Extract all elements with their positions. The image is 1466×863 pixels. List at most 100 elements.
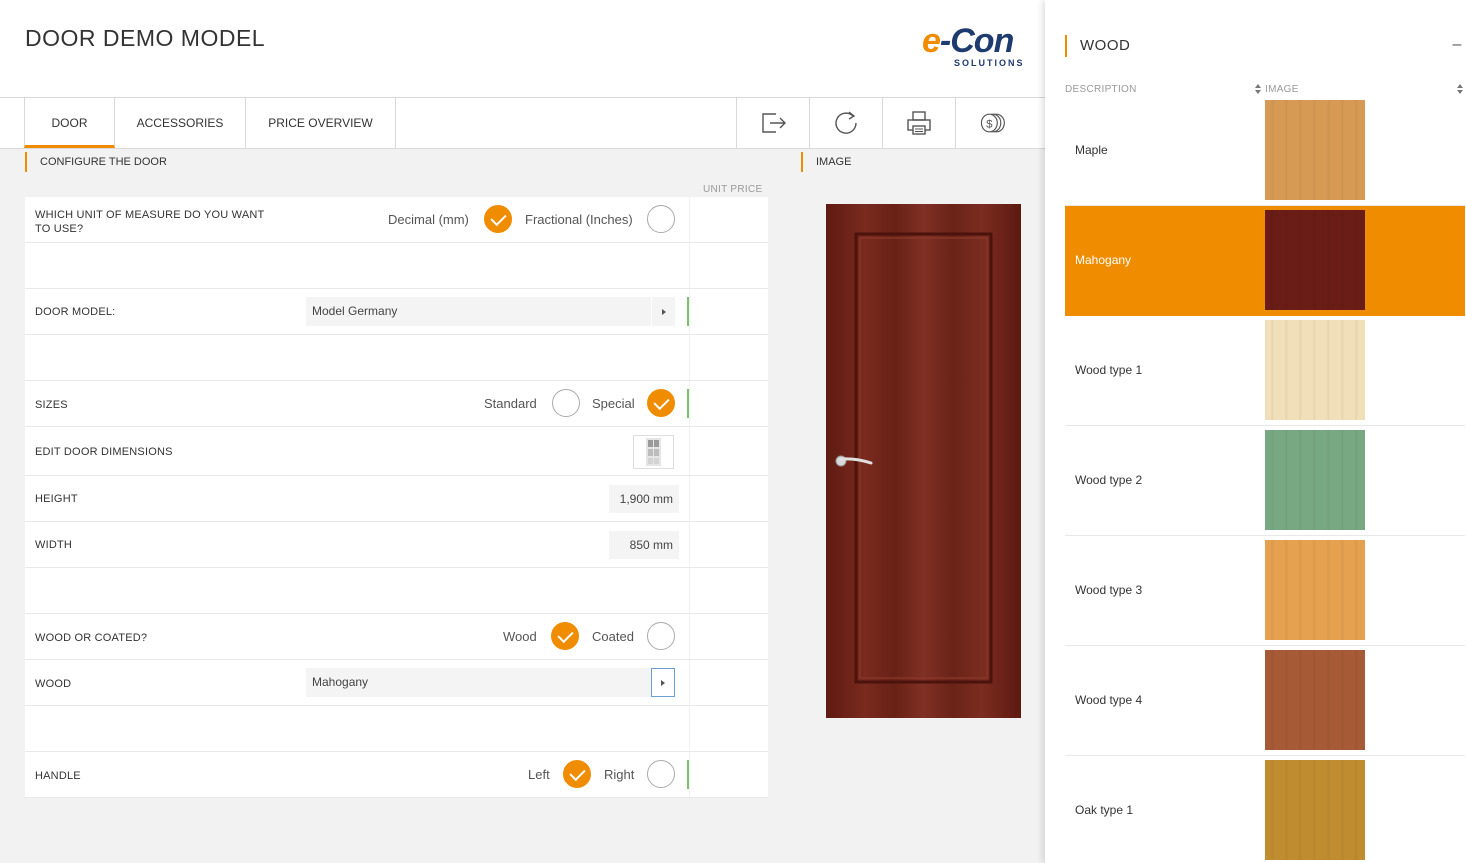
door-model-dropdown-button[interactable] (651, 297, 675, 326)
decimal-option-label: Decimal (mm) (388, 212, 469, 227)
wood-item-name: Wood type 1 (1075, 363, 1143, 377)
height-input[interactable]: 1,900 mm (609, 485, 679, 513)
fractional-radio[interactable] (647, 205, 675, 233)
wood-select[interactable]: Mahogany (306, 668, 675, 697)
coated-radio[interactable] (647, 622, 675, 650)
econ-logo: e-Con SOLUTIONS (922, 22, 1027, 72)
logo-sub: SOLUTIONS (954, 58, 1025, 68)
wood-swatch (1265, 100, 1365, 200)
row-height: HEIGHT 1,900 mm (25, 476, 768, 522)
spacer-row (25, 568, 768, 614)
door-model-label: DOOR MODEL: (35, 306, 116, 318)
wood-list-item[interactable]: Wood type 2 (1065, 426, 1465, 536)
sizes-label: SIZES (35, 399, 68, 411)
right-option-label: Right (604, 767, 635, 782)
print-icon (907, 111, 931, 135)
wood-swatch (1265, 760, 1365, 860)
wood-swatch (1265, 430, 1365, 530)
coins-icon: $ (980, 113, 1005, 133)
wood-swatch (1265, 320, 1365, 420)
collapse-panel-button[interactable]: – (1450, 37, 1464, 55)
sort-icon[interactable] (1254, 83, 1262, 95)
door-dimensions-icon (646, 438, 661, 466)
logo-main: e-Con (922, 22, 1014, 61)
door-model-ok-indicator (687, 297, 689, 326)
wood-item-name: Mahogany (1075, 253, 1132, 267)
tab-bar: DOOR ACCESSORIES PRICE OVERVIEW $ (0, 98, 1045, 149)
left-radio[interactable] (563, 760, 591, 788)
header: DOOR DEMO MODEL e-Con SOLUTIONS (0, 0, 1045, 98)
row-handle: HANDLE Left Right (25, 752, 768, 798)
spacer-row (25, 706, 768, 752)
wood-label: WOOD (35, 678, 72, 690)
logo-con: -Con (939, 22, 1014, 60)
configuration-form: WHICH UNIT OF MEASURE DO YOU WANT TO USE… (25, 197, 768, 798)
spacer-row (25, 335, 768, 381)
edit-dimensions-label: EDIT DOOR DIMENSIONS (35, 446, 173, 458)
row-edit-dimensions: EDIT DOOR DIMENSIONS (25, 427, 768, 476)
coated-option-label: Coated (592, 629, 634, 644)
width-label: WIDTH (35, 539, 73, 551)
height-label: HEIGHT (35, 493, 78, 505)
wood-option-label: Wood (503, 629, 537, 644)
wood-swatch (1265, 650, 1365, 750)
wood-or-coated-label: WOOD OR COATED? (35, 632, 148, 644)
wood-list-item[interactable]: Maple (1065, 96, 1465, 206)
sizes-ok-indicator (687, 389, 689, 418)
wood-item-name: Wood type 4 (1075, 693, 1143, 707)
print-button[interactable] (882, 98, 955, 148)
sort-icon[interactable] (1456, 83, 1464, 95)
wood-list-item[interactable]: Wood type 3 (1065, 536, 1465, 646)
left-option-label: Left (528, 767, 550, 782)
wood-dropdown-button[interactable] (651, 668, 675, 697)
tab-accessories[interactable]: ACCESSORIES (115, 98, 246, 148)
configure-section-title: CONFIGURE THE DOOR (25, 152, 167, 172)
svg-text:$: $ (986, 118, 993, 130)
row-wood: WOOD Mahogany (25, 660, 768, 706)
wood-list-item[interactable]: Wood type 1 (1065, 316, 1465, 426)
special-radio[interactable] (647, 389, 675, 417)
wood-item-name: Maple (1075, 143, 1108, 157)
price-button[interactable]: $ (955, 98, 1028, 148)
logo-e: e (922, 22, 941, 60)
right-radio[interactable] (647, 760, 675, 788)
handle-label: HANDLE (35, 770, 81, 782)
door-image (826, 204, 1021, 718)
refresh-button[interactable] (809, 98, 882, 148)
wood-list-item[interactable]: Oak type 1 (1065, 756, 1465, 863)
width-input[interactable]: 850 mm (609, 531, 679, 559)
wood-list-item[interactable]: Wood type 4 (1065, 646, 1465, 756)
wood-swatch (1265, 210, 1365, 310)
wood-item-name: Wood type 3 (1075, 583, 1143, 597)
row-sizes: SIZES Standard Special (25, 381, 768, 427)
description-column-header[interactable]: DESCRIPTION (1065, 84, 1137, 95)
door-model-select[interactable]: Model Germany (306, 297, 675, 326)
exit-button[interactable] (736, 98, 809, 148)
chevron-right-icon (661, 679, 665, 686)
wood-item-name: Wood type 2 (1075, 473, 1143, 487)
wood-radio[interactable] (551, 622, 579, 650)
chevron-right-icon (661, 308, 666, 315)
row-width: WIDTH 850 mm (25, 522, 768, 568)
image-section-title: IMAGE (801, 152, 851, 172)
refresh-icon (835, 111, 857, 134)
tab-door[interactable]: DOOR (24, 98, 115, 148)
wood-panel-title: WOOD (1065, 35, 1130, 57)
page-title: DOOR DEMO MODEL (25, 25, 266, 51)
edit-dimensions-button[interactable] (633, 435, 674, 469)
door-preview (826, 204, 1021, 718)
unit-of-measure-label: WHICH UNIT OF MEASURE DO YOU WANT TO USE… (35, 209, 265, 235)
standard-radio[interactable] (552, 389, 580, 417)
wood-selection-panel: WOOD – DESCRIPTION IMAGE Maple Mahogany Wo… (1045, 0, 1466, 863)
standard-option-label: Standard (484, 396, 537, 411)
wood-list-item[interactable]: Mahogany (1065, 206, 1465, 316)
image-column-header[interactable]: IMAGE (1265, 84, 1299, 95)
tab-price-overview[interactable]: PRICE OVERVIEW (246, 98, 396, 148)
handle-ok-indicator (687, 760, 689, 789)
unit-price-header: UNIT PRICE (703, 184, 763, 195)
exit-icon (762, 113, 786, 133)
special-option-label: Special (592, 396, 635, 411)
wood-swatch (1265, 540, 1365, 640)
decimal-radio[interactable] (484, 205, 512, 233)
row-unit-of-measure: WHICH UNIT OF MEASURE DO YOU WANT TO USE… (25, 197, 768, 243)
